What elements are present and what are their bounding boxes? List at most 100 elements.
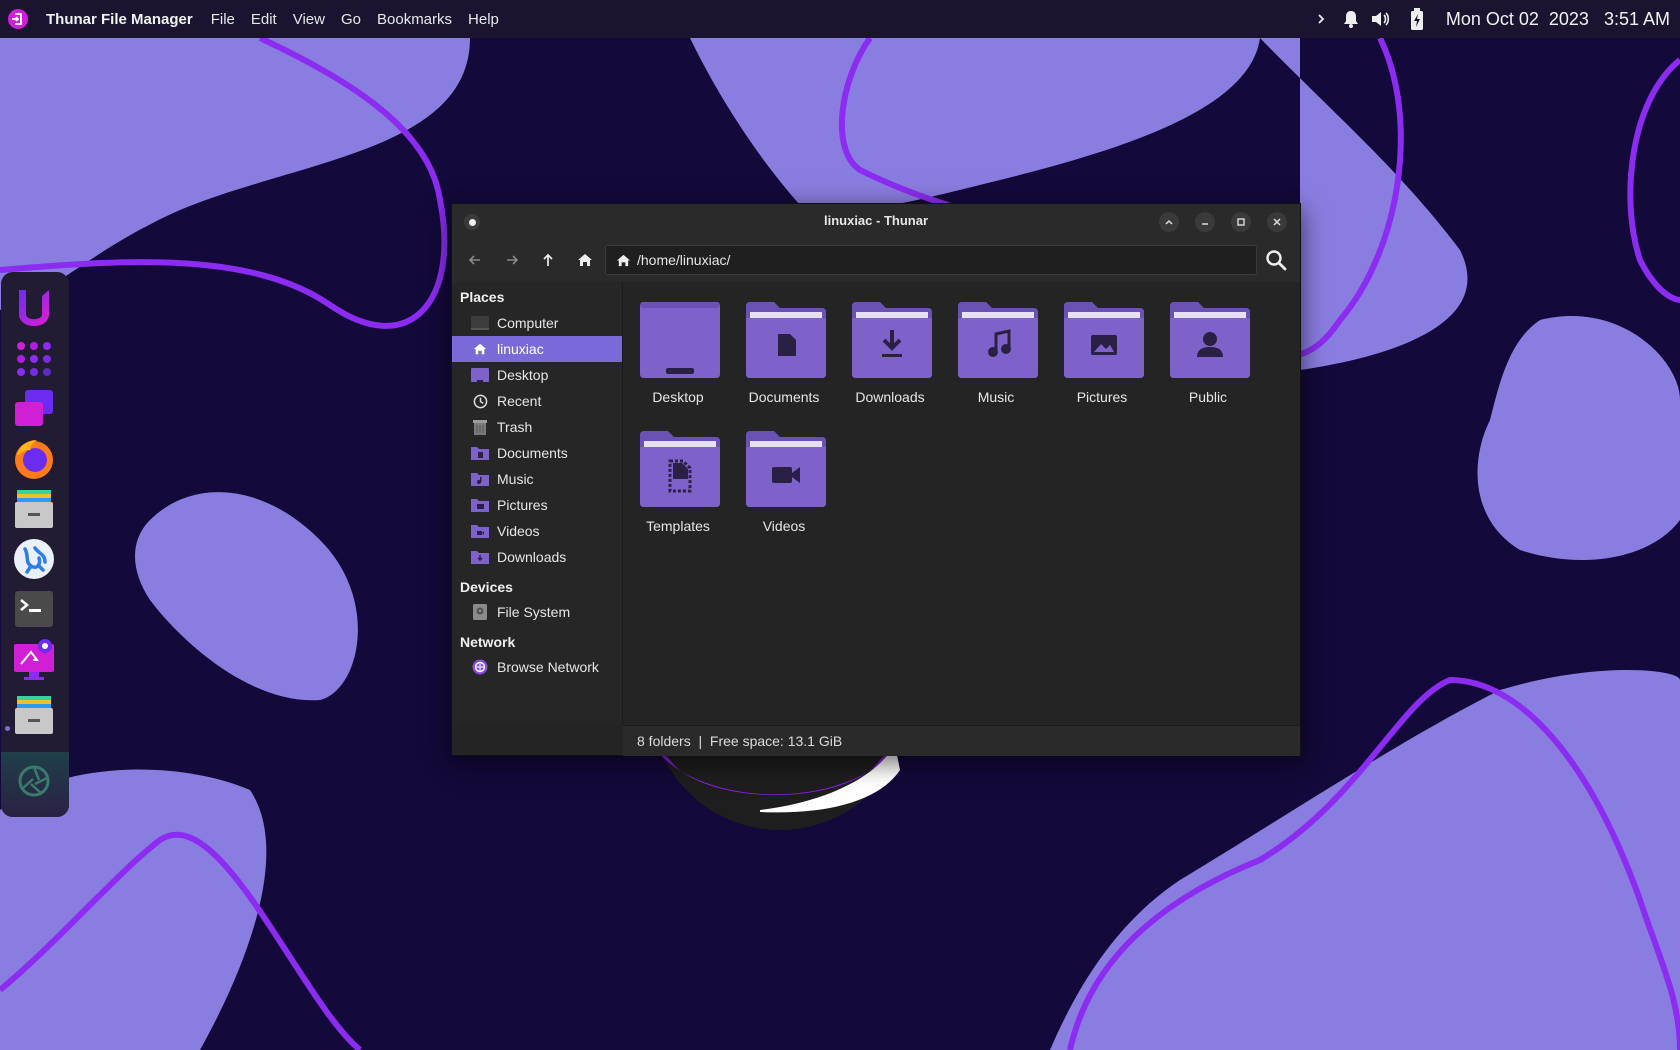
- back-button[interactable]: [463, 248, 487, 272]
- sidebar-item-browse-network[interactable]: Browse Network: [452, 654, 622, 680]
- sidebar-item-label: Videos: [497, 523, 540, 539]
- forward-button[interactable]: [500, 248, 524, 272]
- menu-bookmarks[interactable]: Bookmarks: [369, 11, 460, 28]
- clock[interactable]: Mon Oct 02 2023 3:51 AM: [1446, 9, 1670, 30]
- window-titlebar[interactable]: linuxiac - Thunar: [452, 204, 1300, 238]
- folder-item[interactable]: Music: [946, 302, 1046, 412]
- music-folder-icon: [958, 302, 1038, 378]
- ulauncher-launcher[interactable]: [11, 286, 57, 332]
- close-button[interactable]: [1267, 212, 1287, 232]
- location-path: /home/linuxiac/: [637, 252, 731, 268]
- sidebar-item-computer[interactable]: Computer: [452, 310, 622, 336]
- arrow-left-icon: [468, 255, 480, 265]
- home-button[interactable]: [573, 248, 597, 272]
- firefox-icon: [15, 440, 53, 479]
- sidebar-item-recent[interactable]: Recent: [452, 388, 622, 414]
- folder-label: Public: [1188, 389, 1228, 405]
- home-icon: [471, 341, 489, 357]
- session-menu-button[interactable]: [0, 0, 36, 38]
- public-folder-icon: [1170, 302, 1250, 378]
- sidebar-item-downloads[interactable]: Downloads: [452, 544, 622, 570]
- pictures-folder-icon: [1064, 302, 1144, 378]
- file-manager-running-launcher[interactable]: [11, 692, 57, 738]
- menu-view[interactable]: View: [285, 11, 333, 28]
- sidebar-item-music[interactable]: Music: [452, 466, 622, 492]
- folder-item[interactable]: Templates: [628, 431, 728, 541]
- folder-label: Pictures: [1076, 389, 1128, 405]
- minimize-button[interactable]: [1195, 212, 1215, 232]
- music-folder-icon: [471, 471, 489, 487]
- sidebar-item-label: Computer: [497, 315, 559, 331]
- screenshot-launcher[interactable]: [11, 758, 57, 804]
- templates-folder-icon: [640, 431, 720, 507]
- app-menubar: File Edit View Go Bookmarks Help: [203, 11, 507, 28]
- firefox-launcher[interactable]: [11, 436, 57, 482]
- sidebar-item-label: Pictures: [497, 497, 548, 513]
- folder-item[interactable]: Desktop: [628, 302, 728, 412]
- drive-icon: [471, 604, 489, 620]
- camera-shutter-icon: [18, 765, 50, 797]
- file-cabinet-icon: [15, 490, 53, 528]
- file-manager-launcher[interactable]: [11, 486, 57, 532]
- folder-item[interactable]: Public: [1158, 302, 1258, 412]
- status-text: 8 folders | Free space: 13.1 GiB: [637, 733, 843, 749]
- documents-folder-icon: [471, 445, 489, 461]
- sidebar-item-linuxiac[interactable]: linuxiac: [452, 336, 622, 362]
- sidebar-item-videos[interactable]: Videos: [452, 518, 622, 544]
- search-button[interactable]: [1264, 248, 1288, 272]
- places-header: Places: [460, 289, 505, 305]
- shade-button[interactable]: [1159, 212, 1179, 232]
- settings-launcher[interactable]: [11, 636, 57, 682]
- sidebar: Places Computer linuxiac Desktop Recent …: [452, 282, 623, 725]
- arrow-right-icon: [507, 255, 519, 265]
- terminal-launcher[interactable]: [11, 586, 57, 632]
- app-grid-launcher[interactable]: [11, 336, 57, 382]
- clock-icon: [471, 393, 489, 409]
- chevron-right-icon[interactable]: [1306, 0, 1336, 38]
- file-view: Desktop Documents Downloads Music Pictur…: [623, 282, 1300, 725]
- bell-icon[interactable]: [1336, 0, 1366, 38]
- status-bar: 8 folders | Free space: 13.1 GiB: [623, 725, 1300, 756]
- sidebar-item-desktop[interactable]: Desktop: [452, 362, 622, 388]
- sidebar-item-file-system[interactable]: File System: [452, 599, 622, 625]
- parent-folder-button[interactable]: [536, 248, 560, 272]
- sidebar-item-label: Downloads: [497, 549, 567, 565]
- battery-charging-icon[interactable]: [1402, 0, 1432, 38]
- home-icon: [616, 253, 631, 268]
- sidebar-item-trash[interactable]: Trash: [452, 414, 622, 440]
- sidebar-item-documents[interactable]: Documents: [452, 440, 622, 466]
- logout-icon: [8, 9, 28, 29]
- sidebar-item-pictures[interactable]: Pictures: [452, 492, 622, 518]
- arrow-up-icon: [543, 253, 553, 266]
- menu-edit[interactable]: Edit: [243, 11, 285, 28]
- active-app-name[interactable]: Thunar File Manager: [46, 11, 193, 28]
- folder-item[interactable]: Pictures: [1052, 302, 1152, 412]
- sidebar-item-label: Trash: [497, 419, 533, 435]
- menu-file[interactable]: File: [203, 11, 243, 28]
- videos-folder-icon: [746, 431, 826, 507]
- network-icon: [471, 659, 489, 675]
- location-bar[interactable]: /home/linuxiac/: [605, 245, 1257, 275]
- sidebar-item-label: Desktop: [497, 367, 549, 383]
- top-panel: Thunar File Manager File Edit View Go Bo…: [0, 0, 1680, 38]
- workspaces-icon: [15, 390, 53, 426]
- minimize-icon: [1202, 223, 1208, 225]
- dialect-launcher[interactable]: [11, 536, 57, 582]
- menu-go[interactable]: Go: [333, 11, 369, 28]
- menu-help[interactable]: Help: [460, 11, 507, 28]
- folder-item[interactable]: Downloads: [840, 302, 940, 412]
- sidebar-item-label: Music: [497, 471, 534, 487]
- maximize-icon: [1237, 218, 1245, 226]
- folder-label: Templates: [646, 518, 710, 534]
- sidebar-item-label: Recent: [497, 393, 542, 409]
- folder-item[interactable]: Videos: [734, 431, 834, 541]
- window-toolbar: /home/linuxiac/: [452, 238, 1300, 282]
- volume-icon[interactable]: [1366, 0, 1396, 38]
- search-icon: [1266, 250, 1287, 271]
- folder-label: Downloads: [855, 389, 925, 405]
- folder-label: Desktop: [652, 389, 704, 405]
- maximize-button[interactable]: [1231, 212, 1251, 232]
- pictures-folder-icon: [471, 497, 489, 513]
- workspaces-launcher[interactable]: [11, 386, 57, 432]
- folder-item[interactable]: Documents: [734, 302, 834, 412]
